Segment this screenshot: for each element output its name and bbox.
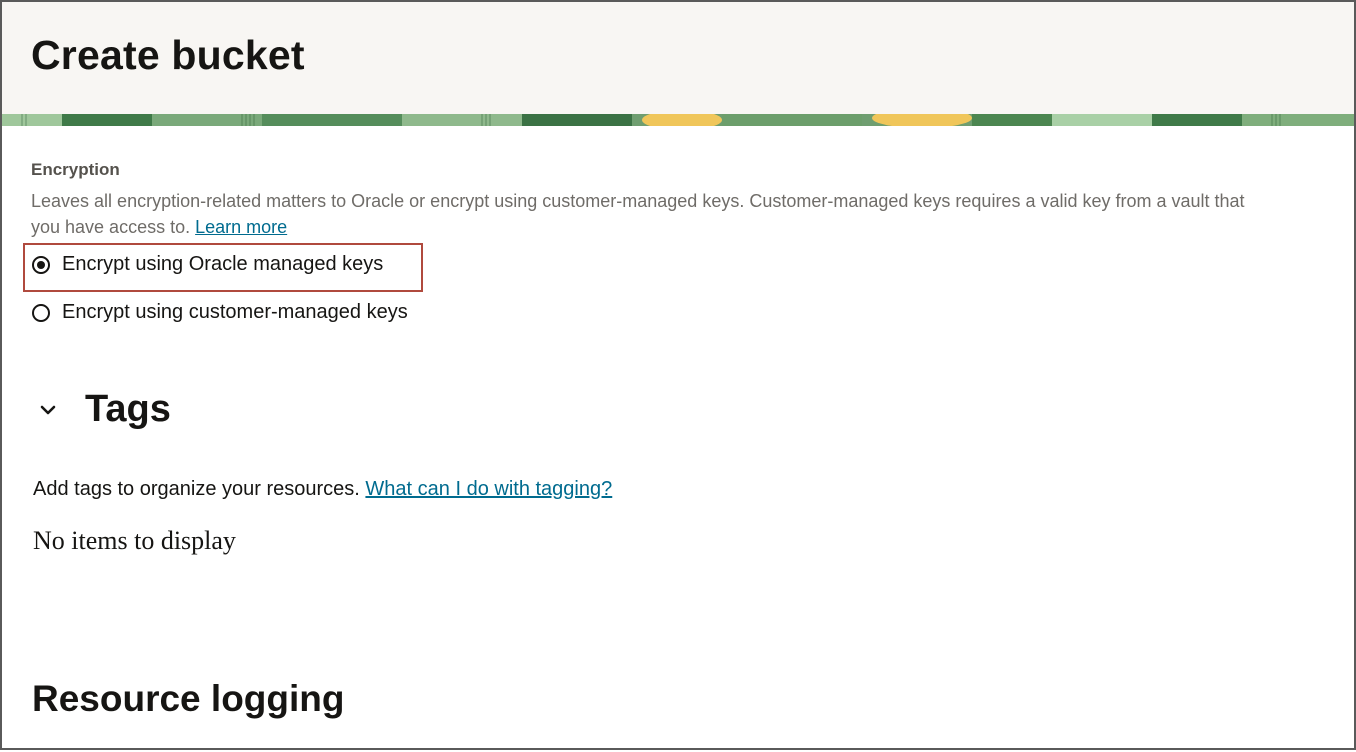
- learn-more-link[interactable]: Learn more: [195, 217, 287, 237]
- chevron-down-icon[interactable]: [32, 394, 64, 426]
- tags-empty-message: No items to display: [33, 526, 236, 555]
- form-content: Encryption Leaves all encryption-related…: [2, 126, 1354, 748]
- tags-title: Tags: [85, 388, 171, 430]
- radio-label-customer-managed: Encrypt using customer-managed keys: [62, 301, 408, 323]
- radio-oracle-managed-keys[interactable]: Encrypt using Oracle managed keys: [32, 253, 383, 276]
- page-header: Create bucket: [2, 2, 1354, 114]
- encryption-label: Encryption: [31, 160, 120, 179]
- page-title: Create bucket: [31, 32, 305, 78]
- radio-button-unchecked-icon[interactable]: [32, 303, 50, 322]
- decorative-banner: [2, 114, 1354, 126]
- radio-button-checked-icon[interactable]: [32, 255, 50, 274]
- tagging-help-link[interactable]: What can I do with tagging?: [365, 478, 612, 500]
- tags-section-header: Tags: [32, 388, 171, 431]
- resource-logging-title: Resource logging: [32, 678, 345, 719]
- tags-description-text: Add tags to organize your resources.: [33, 478, 360, 500]
- encryption-help-text: Leaves all encryption-related matters to…: [31, 188, 1251, 240]
- dialog-frame: Create bucket Encryption Leaves all encr…: [0, 0, 1356, 750]
- radio-label-oracle-managed: Encrypt using Oracle managed keys: [62, 253, 384, 275]
- radio-customer-managed-keys[interactable]: Encrypt using customer-managed keys: [32, 301, 408, 324]
- tags-description: Add tags to organize your resources. Wha…: [33, 478, 612, 501]
